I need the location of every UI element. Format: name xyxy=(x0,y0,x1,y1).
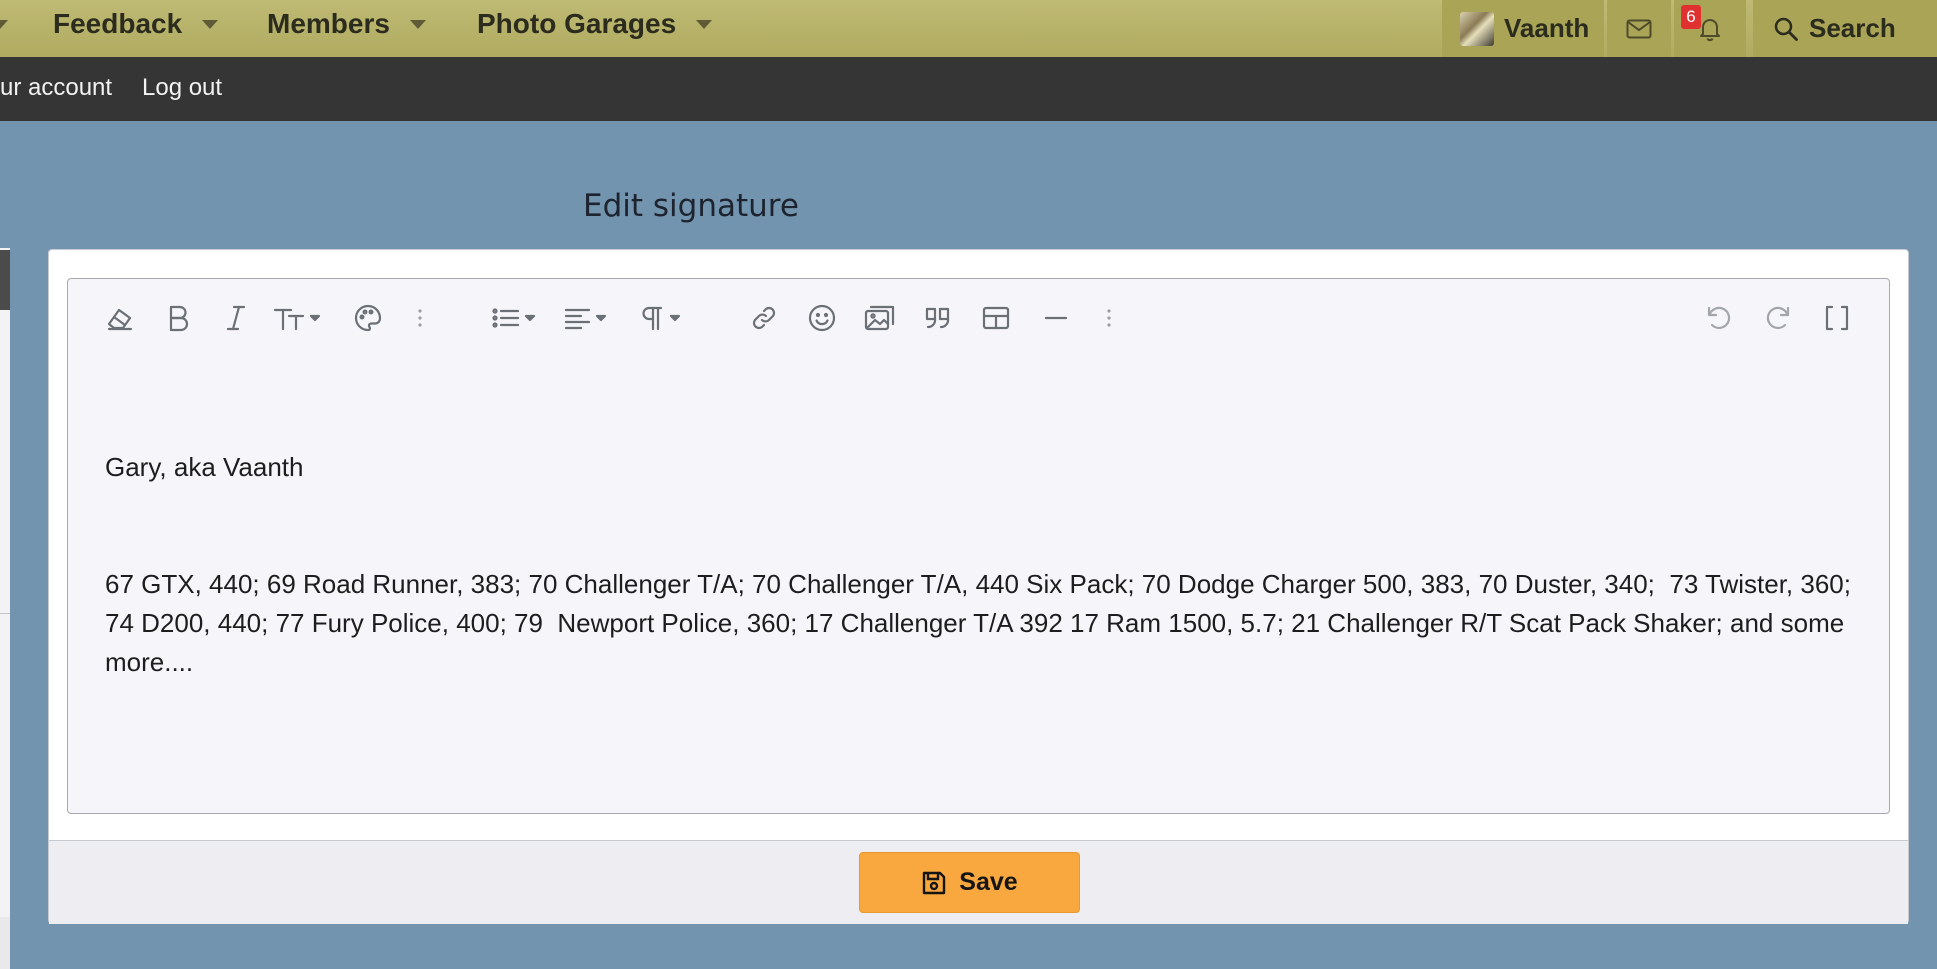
text-color-button[interactable] xyxy=(348,298,388,338)
chevron-down-icon[interactable] xyxy=(409,19,426,29)
align-icon xyxy=(564,308,607,330)
inbox-button[interactable] xyxy=(1607,0,1671,57)
chevron-down-icon[interactable] xyxy=(696,19,713,29)
image-icon xyxy=(864,305,895,331)
avatar xyxy=(1460,11,1494,46)
redo-button[interactable] xyxy=(1758,298,1798,338)
quote-icon xyxy=(925,307,950,329)
save-icon xyxy=(923,871,946,894)
text-size-dropdown[interactable] xyxy=(272,298,326,338)
page-title: Edit signature xyxy=(583,188,799,224)
insert-table-button[interactable] xyxy=(976,298,1016,338)
chevron-down-icon[interactable] xyxy=(0,20,8,29)
horizontal-line-button[interactable] xyxy=(1036,298,1076,338)
more-vertical-icon xyxy=(1107,309,1111,327)
emoji-icon xyxy=(808,304,836,332)
log-out-link[interactable]: Log out xyxy=(142,74,222,102)
sidebar-header-edge xyxy=(0,250,10,310)
nav-item-label: Members xyxy=(267,8,390,39)
more-vertical-icon xyxy=(418,309,422,327)
paragraph-icon xyxy=(642,306,681,331)
more-options-button[interactable] xyxy=(400,298,440,338)
undo-icon xyxy=(1707,306,1731,330)
paragraph-dropdown[interactable] xyxy=(637,298,691,338)
nav-item-label: Photo Garages xyxy=(477,8,677,39)
link-icon xyxy=(752,306,776,330)
eraser-icon xyxy=(107,308,133,331)
divider xyxy=(0,613,10,614)
toggle-bbcode-button[interactable] xyxy=(1817,298,1857,338)
username: Vaanth xyxy=(1504,13,1590,43)
signature-line: Gary, aka Vaanth xyxy=(105,452,304,482)
insert-emoji-button[interactable] xyxy=(802,298,842,338)
signature-content[interactable]: Gary, aka Vaanth 67 GTX, 440; 69 Road Ru… xyxy=(105,370,1865,721)
search-icon xyxy=(1774,17,1798,41)
redo-icon xyxy=(1766,306,1790,330)
nav-item-members[interactable]: Members xyxy=(267,0,426,48)
signature-line: 67 GTX, 440; 69 Road Runner, 383; 70 Cha… xyxy=(105,569,1859,677)
bbcode-toggle-icon xyxy=(1825,305,1849,331)
nav-item-feedback[interactable]: Feedback xyxy=(53,0,219,48)
italic-button[interactable] xyxy=(216,298,256,338)
palette-icon xyxy=(354,304,382,332)
nav-item-label: Feedback xyxy=(53,8,183,39)
notification-count-badge: 6 xyxy=(1681,5,1701,29)
quote-button[interactable] xyxy=(918,298,958,338)
list-icon xyxy=(492,308,536,328)
text-size-icon xyxy=(273,308,321,331)
more-insert-options-button[interactable] xyxy=(1089,298,1129,338)
account-subnav: ur account Log out xyxy=(0,57,1937,121)
user-menu[interactable]: Vaanth xyxy=(1442,0,1604,57)
mail-icon xyxy=(1626,19,1652,38)
italic-icon xyxy=(226,305,246,331)
save-button-label: Save xyxy=(959,868,1018,896)
sidebar-footer-edge xyxy=(0,917,10,969)
align-dropdown[interactable] xyxy=(563,298,617,338)
your-account-link[interactable]: ur account xyxy=(0,74,112,102)
undo-button[interactable] xyxy=(1699,298,1739,338)
horizontal-rule-icon xyxy=(1044,316,1068,320)
top-navigation: Feedback Members Photo Garages Vaanth 6 … xyxy=(0,0,1937,57)
clear-formatting-button[interactable] xyxy=(100,298,140,338)
list-dropdown[interactable] xyxy=(490,298,544,338)
search-label: Search xyxy=(1809,13,1896,43)
table-icon xyxy=(982,306,1010,330)
insert-link-button[interactable] xyxy=(744,298,784,338)
sidebar-edge xyxy=(0,248,10,969)
search-button[interactable]: Search xyxy=(1753,0,1937,57)
bold-icon xyxy=(169,305,189,332)
chevron-down-icon[interactable] xyxy=(202,19,219,29)
insert-image-button[interactable] xyxy=(860,298,900,338)
nav-item-photo-garages[interactable]: Photo Garages xyxy=(477,0,713,48)
save-button[interactable]: Save xyxy=(859,852,1080,913)
bold-button[interactable] xyxy=(158,298,198,338)
